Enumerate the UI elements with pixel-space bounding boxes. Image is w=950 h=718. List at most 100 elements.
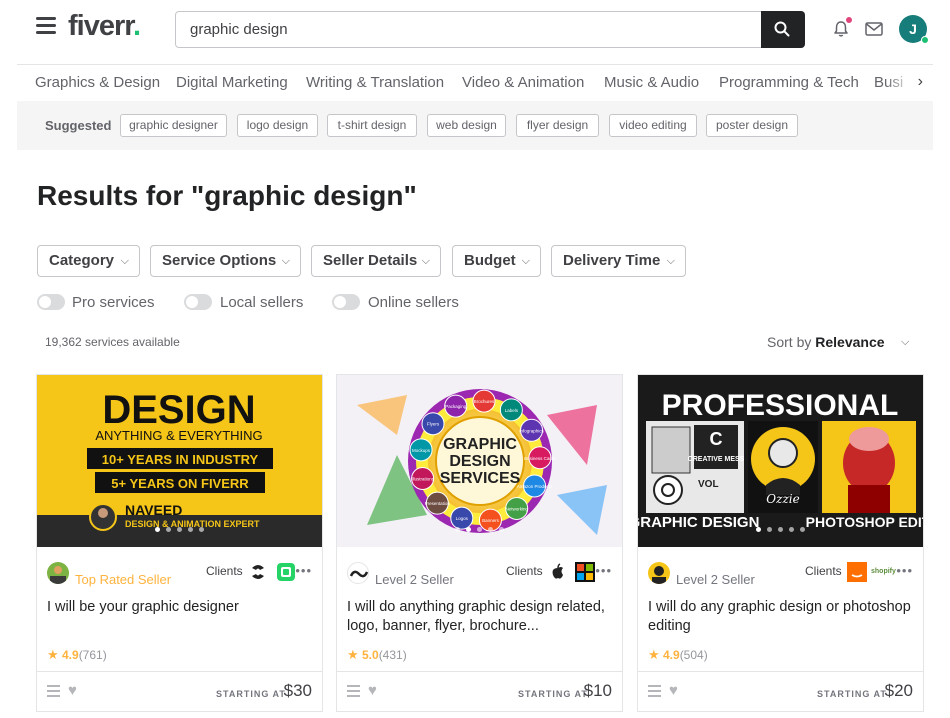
toggle-pro-services[interactable] [37,294,65,310]
service-bubble-label: Infographics [519,428,544,433]
filter-service-options[interactable]: Service Options ⌵ [150,245,301,277]
gig-price: $10 [583,681,612,700]
starting-at-label: STARTING AT [817,689,887,699]
collections-list-icon[interactable] [648,685,661,700]
logo-dot: . [132,10,141,42]
category-digital-marketing[interactable]: Digital Marketing [176,74,288,91]
more-options-icon[interactable]: ••• [896,563,913,578]
hamburger-menu-icon[interactable] [36,17,56,35]
clients-label: Clients [506,564,543,578]
sort-value: Relevance [815,334,885,350]
gig-thumbnail[interactable]: PROFESSIONAL C CREATIVE MESS VOL Ozzie G… [638,375,923,547]
messages-envelope-icon[interactable] [865,22,883,36]
toggle-label: Online sellers [368,294,459,311]
carousel-dots[interactable] [37,519,322,537]
toggle-label: Pro services [72,294,155,311]
seller-level-badge: Top Rated Seller [75,572,172,587]
filter-delivery-time[interactable]: Delivery Time ⌵ [551,245,686,277]
gig-thumbnail[interactable]: DESIGN ANYTHING & EVERYTHING 10+ YEARS I… [37,375,322,547]
filter-label: Service Options [162,252,277,269]
microsoft-logo-icon [575,562,595,582]
amazon-logo-icon [847,562,867,582]
thumb-box2: 5+ YEARS ON FIVERR [111,476,249,491]
thumb-line2: DESIGN [449,453,510,470]
collections-list-icon[interactable] [347,685,360,700]
filter-category[interactable]: Category ⌵ [37,245,140,277]
chevron-down-icon: ⌵ [521,255,530,267]
starting-at-label: STARTING AT [216,689,286,699]
category-graphics-design[interactable]: Graphics & Design [35,74,160,91]
toggle-local-sellers[interactable] [184,294,212,310]
logo-text: fiverr [68,10,134,42]
heart-icon[interactable]: ♥ [669,682,678,699]
seller-avatar[interactable] [347,562,369,584]
gig-title[interactable]: I will do any graphic design or photosho… [648,598,913,636]
thumb-headline: PROFESSIONAL [662,389,899,422]
chevron-down-icon[interactable]: ⌵ [901,336,909,349]
services-count: 19,362 services available [45,335,180,349]
service-bubble-label: Packaging [445,404,467,409]
sort-dropdown[interactable]: Sort by Relevance [767,334,885,350]
carousel-dots[interactable] [638,519,923,537]
filter-label: Budget [464,252,516,269]
client-logo-icon [277,563,295,581]
category-writing-translation[interactable]: Writing & Translation [306,74,444,91]
review-count: (761) [78,648,107,662]
star-icon: ★ [347,647,359,662]
gig-card[interactable]: PROFESSIONAL C CREATIVE MESS VOL Ozzie G… [637,374,924,712]
suggested-chip[interactable]: t-shirt design [327,114,417,137]
service-bubble-label: Labels [505,408,519,413]
card-footer: ♥ STARTING AT $10 [337,671,622,711]
seller-avatar[interactable] [648,562,670,584]
heart-icon[interactable]: ♥ [68,682,77,699]
suggested-chip[interactable]: logo design [237,114,318,137]
seller-avatar[interactable] [47,562,69,584]
seller-level-badge: Level 2 Seller [375,572,454,587]
gig-price: $20 [884,681,913,700]
suggested-chip[interactable]: web design [427,114,506,137]
gig-title[interactable]: I will be your graphic designer [47,598,312,617]
apple-logo-icon [552,563,563,579]
suggested-bar: Suggested graphic designer logo design t… [17,101,933,150]
search-input[interactable] [176,12,761,47]
thumb-name: NAVEED [125,502,182,518]
category-music-audio[interactable]: Music & Audio [604,74,699,91]
filter-budget[interactable]: Budget ⌵ [452,245,541,277]
suggested-chip[interactable]: video editing [609,114,697,137]
fiverr-logo[interactable]: fiverr. [68,10,141,43]
service-bubble-label: Brochures [474,399,495,404]
gig-thumbnail[interactable]: Flyers Packaging Brochures Labels Infographi… [337,375,622,547]
search-button[interactable] [761,11,805,48]
carousel-dots[interactable] [337,519,622,537]
more-options-icon[interactable]: ••• [295,563,312,578]
starting-at-label: STARTING AT [518,689,588,699]
collage-text: CREATIVE MESS [688,456,745,463]
category-programming-tech[interactable]: Programming & Tech [719,74,859,91]
sort-label: Sort by [767,334,812,350]
service-bubble-label: Illustrations [411,476,435,481]
chevron-down-icon: ⌵ [421,255,430,267]
gig-price: $30 [283,681,312,700]
filter-seller-details[interactable]: Seller Details ⌵ [311,245,441,277]
client-logo-icon [252,565,264,579]
gig-card[interactable]: Flyers Packaging Brochures Labels Infographi… [336,374,623,712]
toggle-online-sellers[interactable] [332,294,360,310]
service-bubble-label: Business Cards [524,456,556,461]
suggested-chip[interactable]: flyer design [516,114,599,137]
category-video-animation[interactable]: Video & Animation [462,74,584,91]
gig-card[interactable]: DESIGN ANYTHING & EVERYTHING 10+ YEARS I… [36,374,323,712]
more-options-icon[interactable]: ••• [595,563,612,578]
suggested-chip[interactable]: graphic designer [120,114,227,137]
collections-list-icon[interactable] [47,685,60,700]
chevron-down-icon: ⌵ [281,255,290,267]
gig-title[interactable]: I will do anything graphic design relate… [347,598,612,636]
chevron-down-icon: ⌵ [666,255,675,267]
suggested-chip[interactable]: poster design [706,114,798,137]
review-count: (431) [378,648,407,662]
gig-rating: ★ 4.9(504) [648,647,708,663]
results-title: Results for "graphic design" [37,180,417,211]
filter-label: Seller Details [323,252,418,269]
chevron-right-icon[interactable]: › [918,73,923,91]
svg-text:Ozzie: Ozzie [766,492,799,506]
heart-icon[interactable]: ♥ [368,682,377,699]
